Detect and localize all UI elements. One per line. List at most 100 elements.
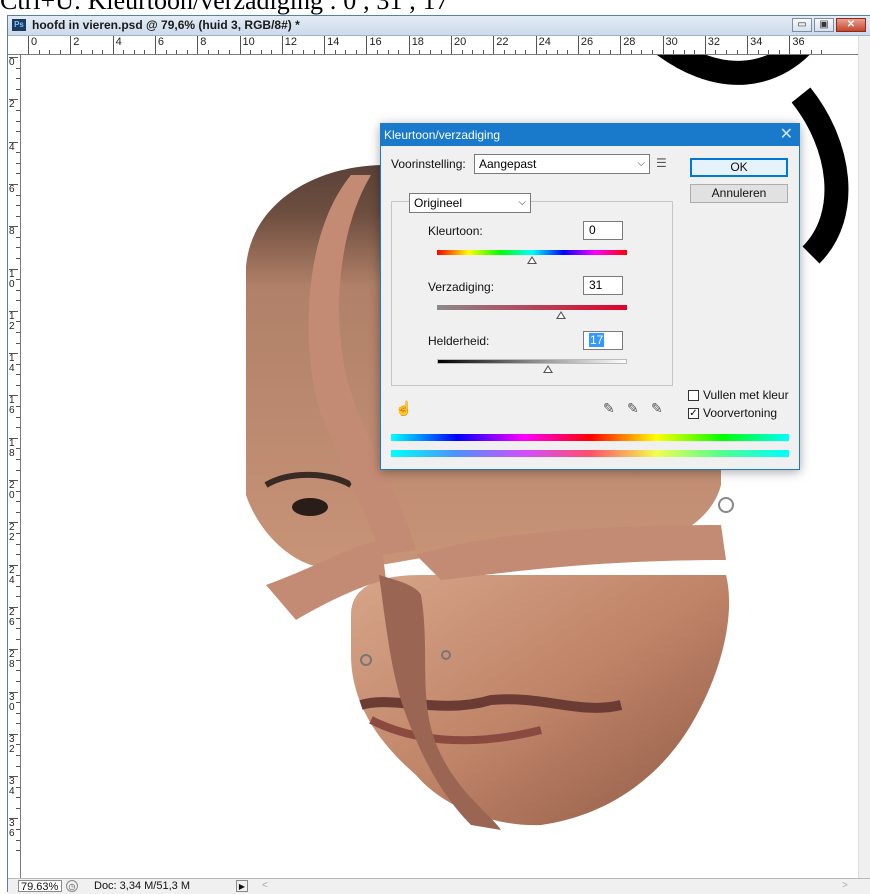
ruler-h-tick [345, 50, 347, 54]
ruler-h-tick [525, 50, 527, 54]
ruler-h-tick [91, 50, 93, 54]
ruler-h-tick [313, 50, 315, 54]
ruler-h-tick [419, 50, 421, 54]
eyedropper-plus-icon[interactable]: ✎ [627, 400, 639, 417]
preset-value: Aangepast [479, 157, 537, 171]
ruler-h-tick [59, 50, 61, 54]
eyedropper-minus-icon[interactable]: ✎ [651, 400, 663, 417]
vertical-scrollbar[interactable] [858, 36, 870, 878]
window-titlebar[interactable]: Ps hoofd in vieren.psd @ 79,6% (huid 3, … [8, 16, 870, 36]
ruler-v-tick [16, 279, 20, 281]
ruler-v-tick [16, 384, 20, 386]
status-menu-arrow-icon[interactable]: ▶ [236, 880, 248, 892]
preset-select[interactable]: Aangepast ⌵ [474, 154, 650, 174]
chevron-down-icon: ⌵ [518, 197, 526, 208]
ruler-v-tick [16, 670, 20, 672]
ruler-h-tick [176, 50, 178, 54]
restore-button[interactable]: ▣ [814, 18, 834, 32]
ruler-v-label: 2 [9, 99, 18, 110]
channel-value: Origineel [414, 196, 463, 210]
ruler-v-tick [16, 617, 20, 619]
hue-slider[interactable] [437, 250, 627, 255]
ruler-v-tick [16, 829, 20, 830]
dialog-titlebar[interactable]: Kleurtoon/verzadiging ✕ [381, 124, 799, 146]
ruler-v-tick [16, 258, 20, 259]
ruler-h-tick [260, 50, 262, 54]
ruler-h-label: 6 [154, 36, 164, 54]
input-color-spectrum [391, 434, 789, 441]
ruler-v-tick [16, 289, 20, 291]
ruler-h-tick [482, 50, 484, 54]
ruler-v-tick [16, 406, 20, 407]
ruler-v-tick [16, 744, 20, 746]
ruler-v-tick [16, 427, 20, 429]
scroll-right-icon[interactable]: > [842, 880, 848, 891]
photoshop-app-icon: Ps [12, 19, 26, 31]
ruler-h-label: 0 [28, 36, 37, 54]
ruler-h-tick [38, 50, 40, 54]
ruler-h-label: 16 [366, 36, 382, 54]
ok-button[interactable]: OK [690, 158, 788, 177]
ruler-v-tick [16, 247, 20, 249]
ruler-h-label: 36 [789, 36, 805, 54]
ruler-h-tick [292, 50, 294, 54]
colorize-label: Vullen met kleur [703, 388, 789, 402]
scroll-left-icon[interactable]: < [262, 880, 268, 891]
ruler-h-tick [387, 50, 389, 54]
ruler-h-tick [271, 50, 273, 54]
ruler-v-tick [16, 109, 20, 111]
close-button[interactable]: ✕ [836, 18, 866, 32]
ruler-h-label: 18 [408, 36, 424, 54]
ruler-h-tick [715, 50, 717, 54]
ruler-h-label: 32 [704, 36, 720, 54]
ruler-v-tick [16, 205, 20, 207]
ruler-v-tick [16, 723, 20, 725]
ruler-h-tick [102, 50, 104, 54]
lightness-slider-thumb[interactable] [543, 365, 554, 373]
horizontal-ruler[interactable]: 0 2 4 6 8 10 12 14 16 18 20 22 24 26 28 30 32 34 36 [20, 36, 858, 55]
vertical-ruler[interactable]: 0 2 4 6 8 10 12 14 16 18 20 22 24 26 28 30 32 34 36 [8, 55, 21, 878]
colorize-checkbox[interactable] [688, 390, 699, 401]
zoom-field[interactable]: 79.63% [18, 880, 62, 893]
ruler-h-tick [429, 50, 431, 54]
ruler-v-tick [16, 78, 20, 80]
saturation-slider[interactable] [437, 305, 627, 310]
ruler-h-label: 20 [451, 36, 466, 54]
dialog-close-icon[interactable]: ✕ [780, 124, 793, 146]
ruler-h-tick [588, 50, 590, 54]
lightness-field[interactable]: 17 [583, 331, 623, 350]
output-color-spectrum [391, 450, 789, 457]
ruler-v-tick [16, 363, 20, 365]
hand-target-icon[interactable]: ☝ [395, 400, 412, 417]
ruler-h-tick [768, 50, 770, 54]
ruler-h-tick [673, 50, 675, 54]
menu-icon[interactable]: ☰ [656, 156, 667, 170]
preview-checkbox[interactable]: ✓ [688, 408, 699, 419]
lightness-slider[interactable] [437, 359, 627, 364]
ruler-v-tick [16, 152, 20, 154]
ruler-v-tick [16, 765, 20, 767]
preset-label: Voorinstelling: [391, 157, 466, 171]
channel-select[interactable]: Origineel ⌵ [409, 193, 531, 213]
ruler-v-tick [16, 173, 20, 175]
hue-field[interactable]: 0 [583, 221, 623, 240]
ruler-h-tick [377, 50, 378, 54]
ruler-v-tick [16, 797, 20, 799]
saturation-slider-thumb[interactable] [556, 311, 567, 319]
cancel-button[interactable]: Annuleren [690, 184, 788, 203]
ruler-v-tick [16, 511, 20, 513]
ruler-h-tick [250, 50, 252, 54]
ruler-h-tick [123, 50, 125, 54]
ruler-v-label: 0 [9, 57, 18, 68]
status-clock-icon[interactable]: ◷ [66, 880, 78, 892]
eyedropper-icon[interactable]: ✎ [603, 400, 615, 417]
hue-slider-thumb[interactable] [527, 256, 537, 264]
ruler-v-tick [16, 596, 20, 598]
page-caption: Ctrl+U: Kleurtoon/verzadiging : 0 ; 31 ;… [0, 0, 449, 15]
ruler-v-tick [16, 786, 20, 788]
saturation-field[interactable]: 31 [583, 276, 623, 295]
ruler-h-label: 26 [577, 36, 593, 54]
ruler-v-tick [16, 712, 20, 714]
minimize-button[interactable]: ▭ [792, 18, 812, 32]
dialog-title: Kleurtoon/verzadiging [384, 128, 501, 142]
